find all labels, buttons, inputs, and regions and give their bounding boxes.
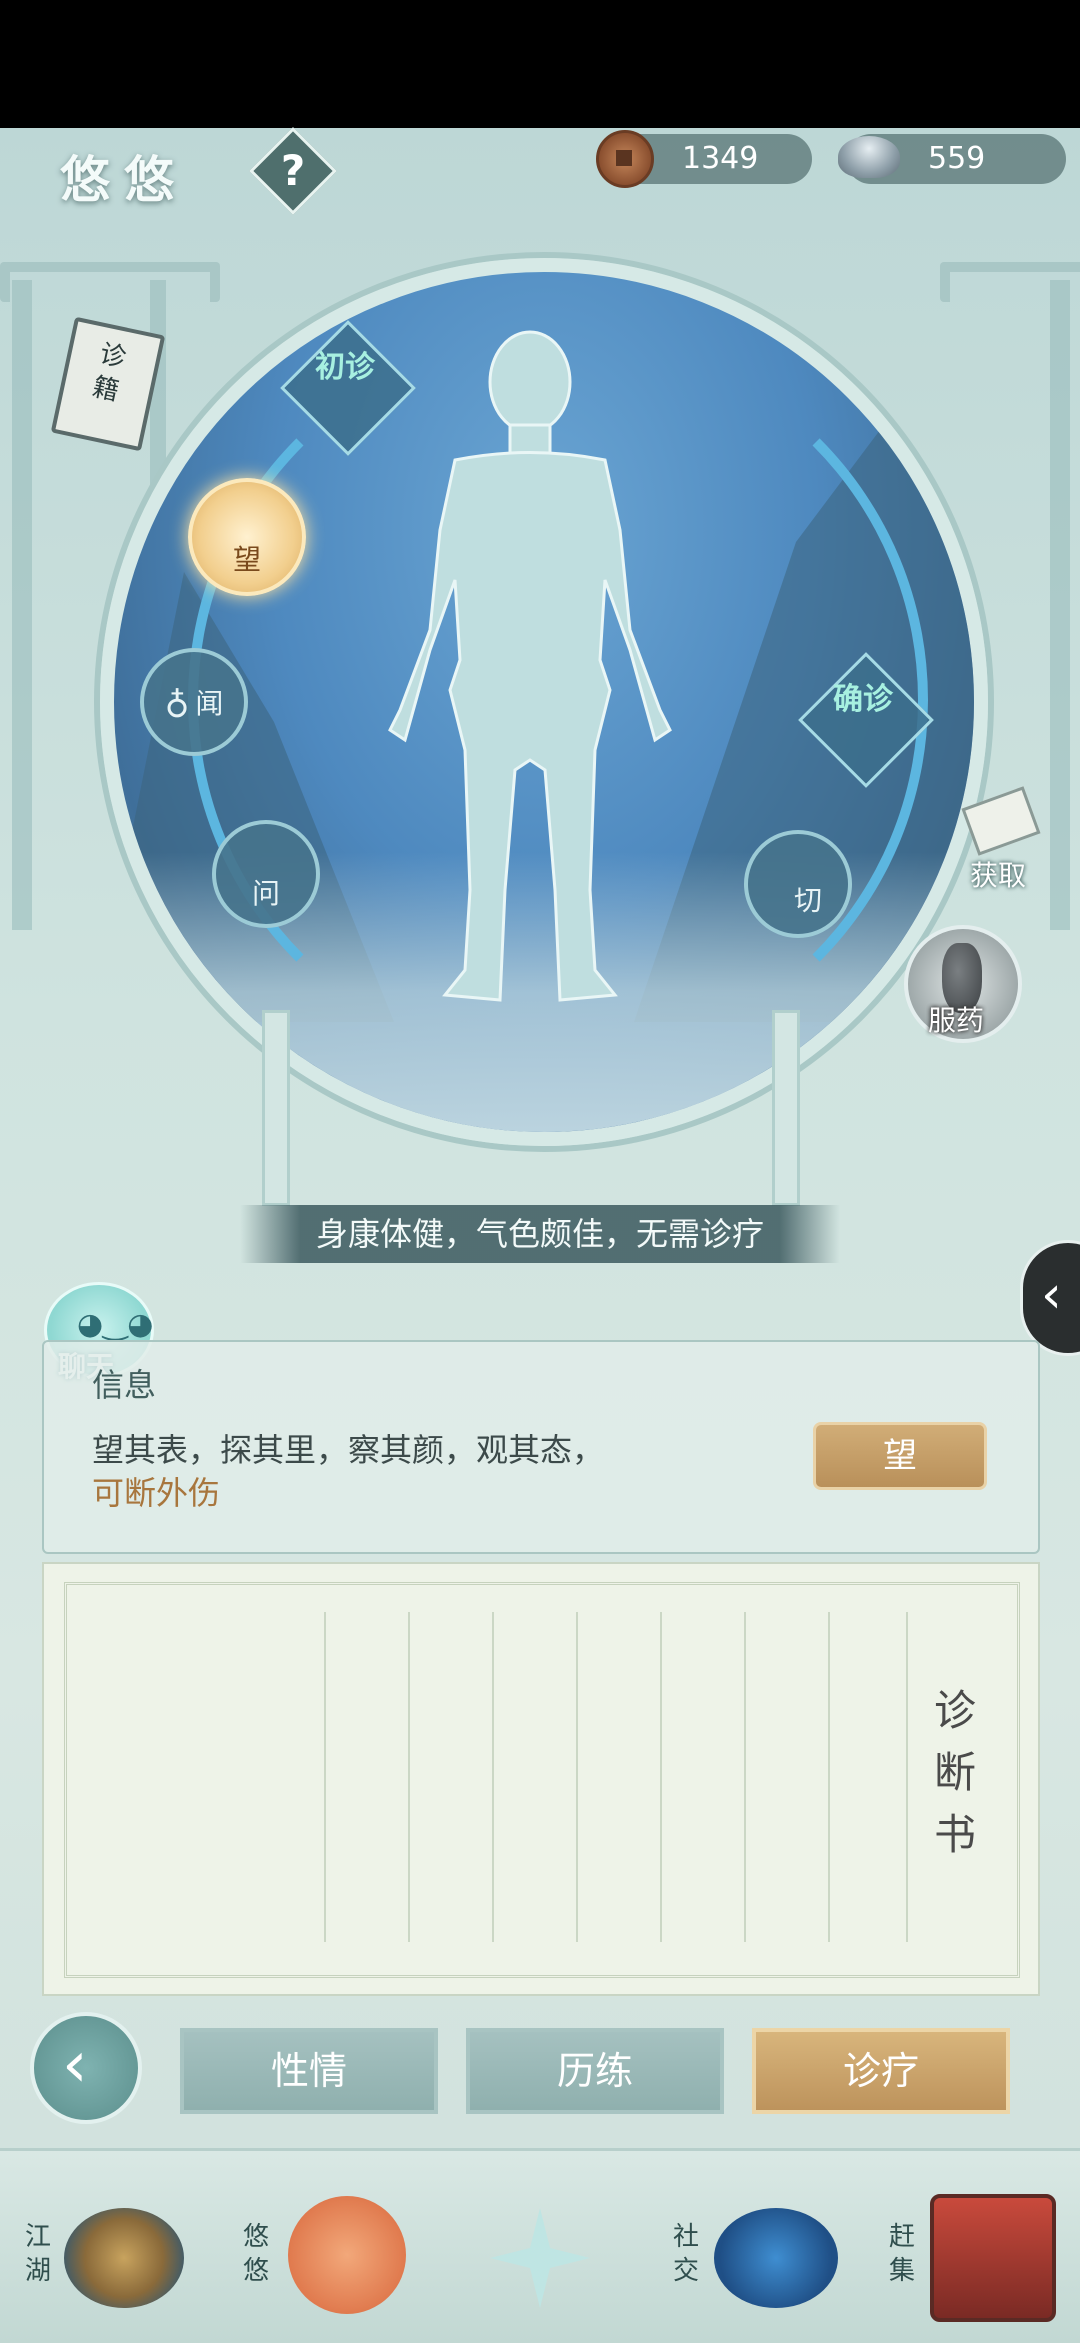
column-line	[324, 1612, 326, 1942]
bamboo-hat-icon	[64, 2208, 184, 2308]
take-medicine-button[interactable]: 服药	[904, 925, 1022, 1043]
diagnosis-book-title-char: 断	[933, 1748, 976, 1797]
page-title: 悠悠	[60, 150, 188, 209]
torii-left	[0, 262, 220, 302]
tab-temperament[interactable]: 性情	[180, 2028, 438, 2114]
nav-label-social: 社交	[672, 2222, 699, 2286]
column-line	[576, 1612, 578, 1942]
method-pulse-button[interactable]: 切	[744, 830, 852, 938]
column-line	[660, 1612, 662, 1942]
tab-treatment[interactable]: 诊疗	[752, 2028, 1010, 2114]
method-listen-label: 闻	[195, 687, 224, 720]
look-action-button[interactable]: 望	[813, 1422, 987, 1490]
column-line	[744, 1612, 746, 1942]
compass-star-icon	[490, 2208, 590, 2308]
column-line	[906, 1612, 908, 1942]
diagnosis-book-title-char: 书	[933, 1810, 976, 1859]
copper-coin-icon	[596, 130, 654, 188]
info-title: 信息	[92, 1366, 157, 1404]
chat-face-icon: ◕‿◕	[77, 1307, 154, 1342]
medical-records-label: 诊籍	[89, 339, 129, 408]
chevron-left-icon: ‹	[1041, 1265, 1062, 1325]
tab-experience[interactable]: 历练	[466, 2028, 724, 2114]
chevron-left-icon: ‹	[62, 2028, 88, 2102]
torii-right-pillar	[1050, 280, 1070, 930]
take-medicine-label: 服药	[928, 1004, 985, 1037]
info-description: 望其表，探其里，察其颜，观其态，	[92, 1431, 605, 1469]
method-listen-button[interactable]: ♁ 闻	[140, 648, 248, 756]
method-pulse-label: 切	[793, 884, 822, 917]
nav-item-market[interactable]: 赶集	[884, 2168, 1064, 2328]
column-line	[408, 1612, 410, 1942]
diagnosis-book-title-char: 诊	[933, 1686, 976, 1735]
diagnosis-book-frame	[64, 1582, 1020, 1978]
nav-label-market: 赶集	[888, 2222, 915, 2286]
scroll-icon	[961, 786, 1041, 856]
column-line	[492, 1612, 494, 1942]
info-highlight: 可断外伤	[92, 1474, 221, 1512]
nav-label-youyou: 悠悠	[242, 2222, 269, 2286]
ear-icon: ♁	[164, 682, 190, 722]
method-look-label: 望	[232, 543, 261, 576]
nav-item-jianghu[interactable]: 江湖	[20, 2168, 210, 2328]
basket-icon	[930, 2194, 1056, 2322]
nav-label-jianghu: 江湖	[24, 2222, 51, 2286]
nav-item-youyou[interactable]: 悠悠	[238, 2168, 418, 2328]
circle-stand-right	[772, 1010, 800, 1206]
torii-left-pillar	[12, 280, 32, 930]
help-icon: ?	[280, 146, 306, 195]
back-button[interactable]: ‹	[30, 2012, 142, 2124]
silver-ingot-icon	[838, 136, 900, 178]
human-body-figure	[388, 330, 672, 1002]
column-line	[828, 1612, 830, 1942]
nav-item-center[interactable]	[470, 2188, 610, 2328]
nav-item-social[interactable]: 社交	[668, 2168, 848, 2328]
silver-ingot-value: 559	[928, 141, 986, 176]
method-ask-button[interactable]: 问	[212, 820, 320, 928]
initial-diagnosis-label: 初诊	[315, 350, 375, 385]
method-ask-label: 问	[251, 877, 280, 910]
sun-bird-icon	[288, 2196, 406, 2314]
status-bar	[0, 0, 1080, 128]
circle-stand-left	[262, 1010, 290, 1206]
method-look-button[interactable]: 望	[188, 478, 306, 596]
diagnosis-result-text: 身康体健，气色颇佳，无需诊疗	[240, 1205, 840, 1263]
confirm-diagnosis-label: 确诊	[833, 682, 893, 717]
obtain-button[interactable]: 获取	[950, 786, 1050, 892]
copper-coin-value: 1349	[682, 141, 759, 176]
diagnosis-book-title: 诊 断 书	[925, 1680, 985, 1866]
wave-icon	[714, 2208, 838, 2308]
obtain-label: 获取	[970, 859, 1027, 892]
